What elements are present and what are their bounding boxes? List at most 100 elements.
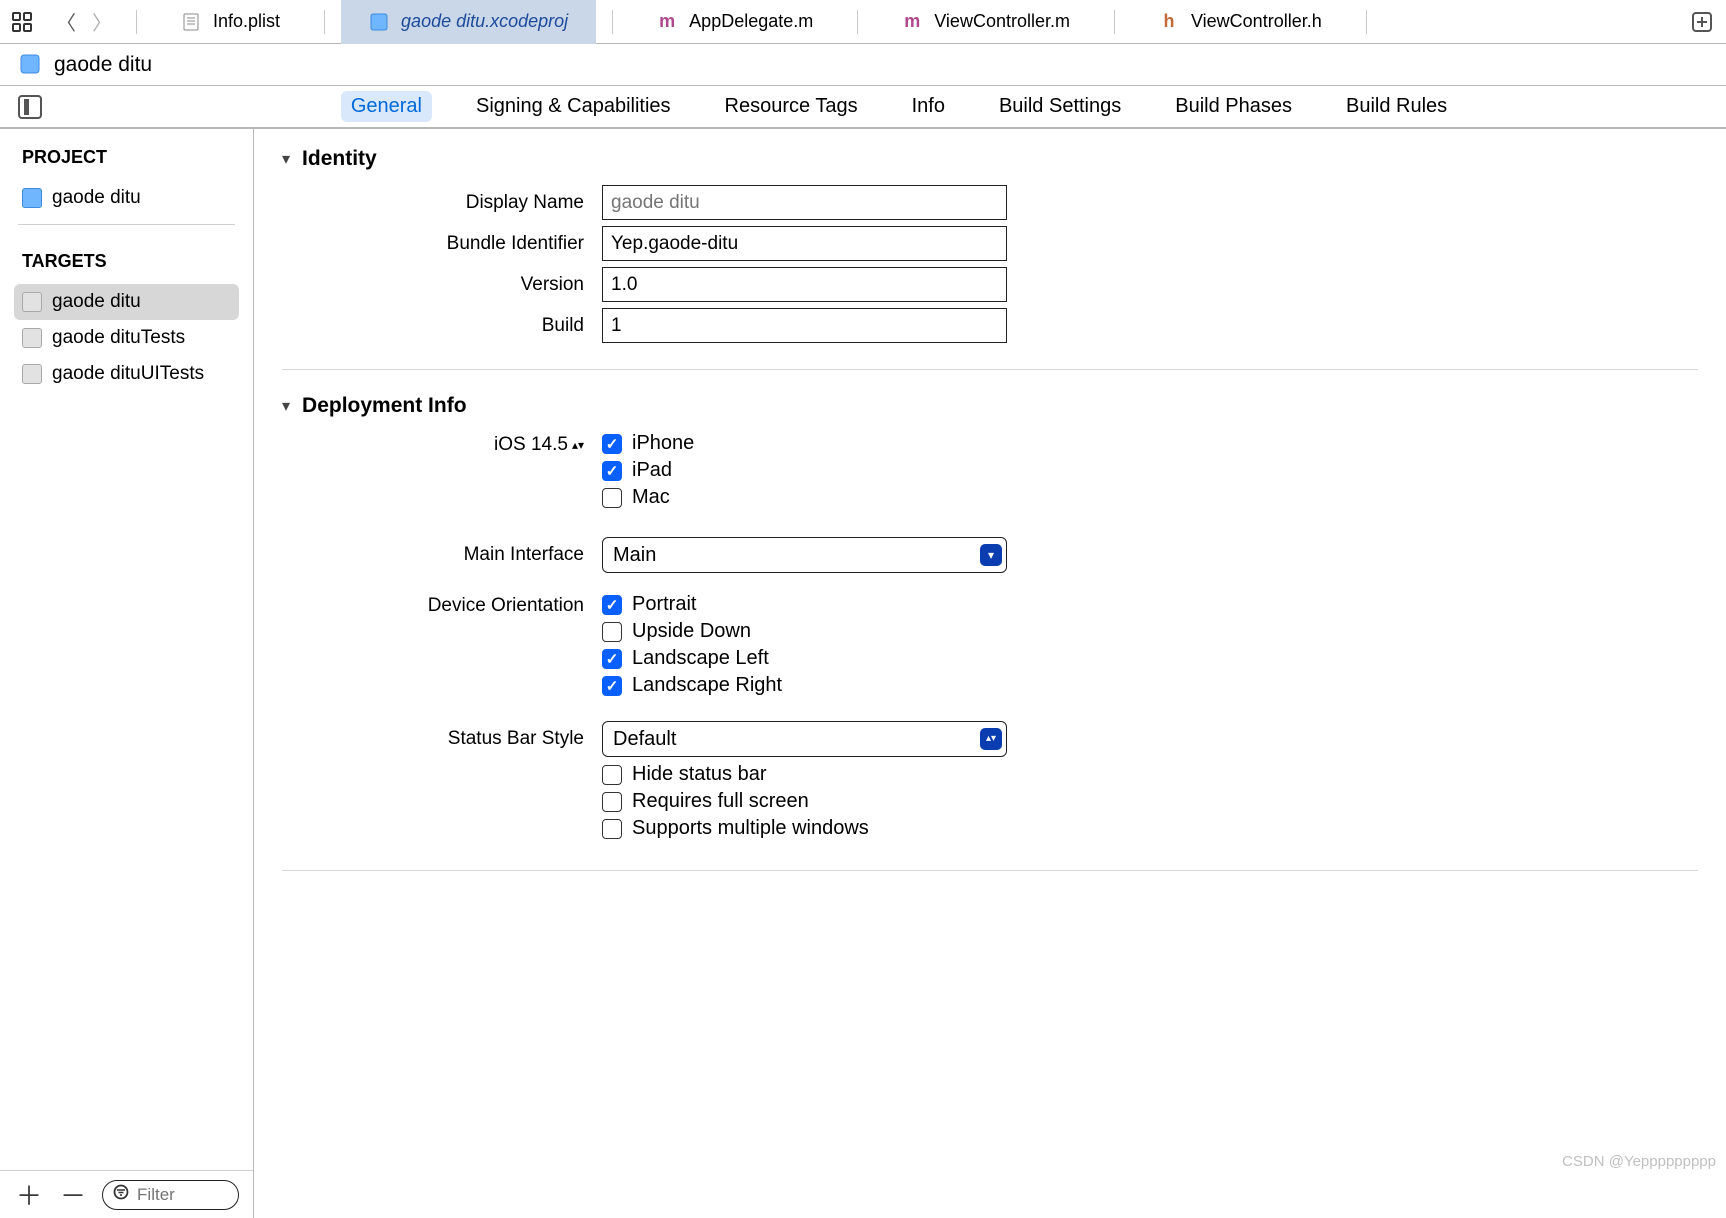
chevron-down-icon: ▾ — [980, 544, 1002, 566]
device-ipad-checkbox[interactable] — [602, 461, 622, 481]
display-name-label: Display Name — [302, 192, 602, 214]
project-icon — [20, 54, 42, 76]
remove-target-button[interactable]: － — [58, 1176, 88, 1213]
ios-version-picker[interactable]: iOS 14.5 ▴▾ — [494, 434, 584, 456]
device-mac-checkbox[interactable] — [602, 488, 622, 508]
target-item[interactable]: gaode dituTests — [14, 320, 239, 356]
project-icon — [22, 188, 42, 208]
tab-viewcontroller-m[interactable]: m ViewController.m — [874, 0, 1098, 44]
filter-input[interactable] — [137, 1185, 228, 1205]
sidebar-footer: ＋ － — [0, 1170, 253, 1218]
target-app-icon — [22, 292, 42, 312]
plist-icon — [181, 12, 201, 32]
filter-field[interactable] — [102, 1180, 239, 1210]
orientation-landscape-left-checkbox[interactable] — [602, 649, 622, 669]
device-label: Mac — [632, 486, 670, 509]
filter-icon — [113, 1184, 129, 1205]
main-interface-label: Main Interface — [302, 544, 602, 566]
back-button[interactable]: 〈 — [48, 7, 84, 36]
device-label: iPhone — [632, 432, 694, 455]
watermark: CSDN @Yeppppppppp — [1562, 1153, 1716, 1170]
editor-tabs: General Signing & Capabilities Resource … — [0, 86, 1726, 128]
deployment-title: Deployment Info — [302, 394, 467, 418]
orientation-label: Landscape Left — [632, 647, 769, 670]
separator — [857, 10, 858, 34]
target-item-label: gaode ditu — [52, 291, 141, 313]
chevron-down-icon: ▾ — [282, 396, 290, 416]
main-interface-value: Main — [613, 544, 656, 567]
breadcrumb[interactable]: gaode ditu — [54, 53, 152, 77]
tab-label: ViewController.m — [934, 11, 1070, 32]
device-iphone-checkbox[interactable] — [602, 434, 622, 454]
project-header: PROJECT — [0, 129, 253, 172]
device-orientation-label: Device Orientation — [302, 593, 602, 617]
supports-multiple-windows-checkbox[interactable] — [602, 819, 622, 839]
display-name-input[interactable] — [602, 185, 1007, 220]
tab-label: gaode ditu.xcodeproj — [401, 11, 568, 32]
tab-label: AppDelegate.m — [689, 11, 813, 32]
section-divider — [282, 369, 1698, 370]
status-bar-style-label: Status Bar Style — [302, 728, 602, 750]
hide-status-bar-checkbox[interactable] — [602, 765, 622, 785]
target-uitests-icon — [22, 364, 42, 384]
project-item-label: gaode ditu — [52, 187, 141, 209]
identity-section: ▾ Identity Display Name Bundle Identifie… — [282, 147, 1698, 343]
orientation-label: Landscape Right — [632, 674, 782, 697]
bundle-id-input[interactable] — [602, 226, 1007, 261]
add-target-button[interactable]: ＋ — [14, 1176, 44, 1213]
updown-icon: ▴▾ — [980, 728, 1002, 750]
breadcrumb-bar: gaode ditu — [0, 44, 1726, 86]
separator — [1366, 10, 1367, 34]
targets-header: TARGETS — [0, 233, 253, 276]
version-input[interactable] — [602, 267, 1007, 302]
m-icon: m — [657, 12, 677, 32]
check-label: Supports multiple windows — [632, 817, 869, 840]
requires-full-screen-checkbox[interactable] — [602, 792, 622, 812]
orientation-landscape-right-checkbox[interactable] — [602, 676, 622, 696]
identity-header[interactable]: ▾ Identity — [282, 147, 1698, 171]
target-item-label: gaode dituUITests — [52, 363, 204, 385]
sidebar-toggle-icon[interactable] — [18, 95, 42, 119]
tab-viewcontroller-h[interactable]: h ViewController.h — [1131, 0, 1350, 44]
tab-signing[interactable]: Signing & Capabilities — [466, 91, 681, 122]
tab-build-rules[interactable]: Build Rules — [1336, 91, 1457, 122]
tab-label: ViewController.h — [1191, 11, 1322, 32]
status-bar-style-value: Default — [613, 728, 676, 751]
tab-resource-tags[interactable]: Resource Tags — [715, 91, 868, 122]
tab-xcodeproj[interactable]: gaode ditu.xcodeproj — [341, 0, 596, 44]
tab-label: Info.plist — [213, 11, 280, 32]
identity-title: Identity — [302, 147, 377, 171]
check-label: Hide status bar — [632, 763, 767, 786]
project-sidebar: PROJECT gaode ditu TARGETS gaode ditu ga… — [0, 129, 254, 1218]
orientation-label: Upside Down — [632, 620, 751, 643]
forward-button[interactable]: 〉 — [84, 7, 120, 36]
ios-version-label: iOS 14.5 — [494, 434, 568, 456]
build-input[interactable] — [602, 308, 1007, 343]
separator — [612, 10, 613, 34]
status-bar-style-select[interactable]: Default ▴▾ — [602, 721, 1007, 757]
separator — [324, 10, 325, 34]
build-label: Build — [302, 315, 602, 337]
device-label: iPad — [632, 459, 672, 482]
tab-appdelegate[interactable]: m AppDelegate.m — [629, 0, 841, 44]
project-item[interactable]: gaode ditu — [14, 180, 239, 216]
tab-build-settings[interactable]: Build Settings — [989, 91, 1131, 122]
version-label: Version — [302, 274, 602, 296]
orientation-portrait-checkbox[interactable] — [602, 595, 622, 615]
xcodeproj-icon — [369, 12, 389, 32]
m-icon: m — [902, 12, 922, 32]
tab-info-plist[interactable]: Info.plist — [153, 0, 308, 44]
main-interface-combobox[interactable]: Main ▾ — [602, 537, 1007, 573]
deployment-header[interactable]: ▾ Deployment Info — [282, 394, 1698, 418]
target-item[interactable]: gaode ditu — [14, 284, 239, 320]
add-tab-button[interactable] — [1688, 8, 1716, 36]
tab-build-phases[interactable]: Build Phases — [1165, 91, 1302, 122]
orientation-label: Portrait — [632, 593, 696, 616]
tab-info[interactable]: Info — [902, 91, 955, 122]
target-item[interactable]: gaode dituUITests — [14, 356, 239, 392]
grid-icon[interactable] — [10, 10, 34, 34]
orientation-upsidedown-checkbox[interactable] — [602, 622, 622, 642]
section-divider — [282, 870, 1698, 871]
top-tab-bar: 〈 〉 Info.plist gaode ditu.xcodeproj m Ap… — [0, 0, 1726, 44]
tab-general[interactable]: General — [341, 91, 432, 122]
